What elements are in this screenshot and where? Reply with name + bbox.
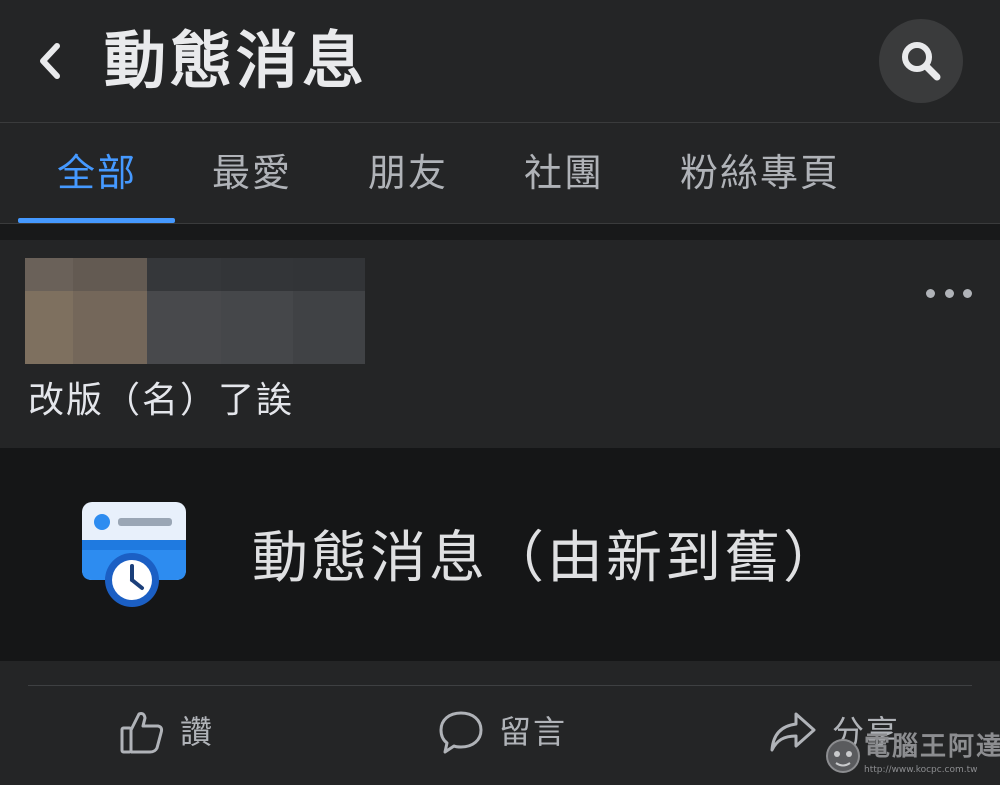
tab-all[interactable]: 全部	[57, 151, 137, 195]
page-title: 動態消息	[104, 24, 369, 97]
blurred-author-name[interactable]	[25, 258, 365, 364]
back-button[interactable]	[30, 38, 70, 84]
search-button[interactable]	[879, 19, 963, 103]
comment-button[interactable]: 留言	[437, 704, 567, 760]
comment-label: 留言	[499, 713, 568, 751]
tab-friends[interactable]: 朋友	[368, 151, 448, 195]
feed-clock-icon	[82, 502, 186, 607]
search-icon	[902, 42, 941, 81]
watermark-text: 電腦王阿達	[864, 732, 1000, 762]
mascot-logo-icon	[826, 739, 860, 773]
actions-divider	[28, 685, 972, 686]
like-label: 讚	[180, 713, 215, 751]
comment-bubble-icon	[439, 711, 483, 754]
more-options-button[interactable]	[926, 282, 972, 304]
more-horizontal-icon	[926, 288, 935, 298]
tab-groups[interactable]: 社團	[524, 151, 604, 195]
feature-label: 動態消息（由新到舊）	[252, 526, 842, 591]
chevron-left-icon	[40, 43, 60, 79]
active-tab-indicator	[18, 218, 175, 223]
thumbs-up-icon	[120, 712, 164, 754]
top-bar: 動態消息	[0, 0, 1000, 123]
feed-filter-tabs: 全部 最愛 朋友 社團 粉絲專頁	[0, 123, 1000, 224]
section-gap	[0, 224, 1000, 240]
tab-favorites[interactable]: 最愛	[212, 151, 292, 195]
post-text: 改版（名）了誒	[28, 380, 295, 421]
share-arrow-icon	[770, 712, 816, 752]
post-image-card[interactable]: 動態消息（由新到舊）	[0, 448, 1000, 661]
tab-pages[interactable]: 粉絲專頁	[680, 151, 840, 195]
watermark: 電腦王阿達 http://www.kocpc.com.tw	[822, 730, 1000, 782]
like-button[interactable]: 讚	[118, 704, 214, 760]
feed-post: 改版（名）了誒 動態消息（由新到舊） 讚 留言 分享	[0, 240, 1000, 785]
watermark-url: http://www.kocpc.com.tw	[864, 765, 978, 775]
